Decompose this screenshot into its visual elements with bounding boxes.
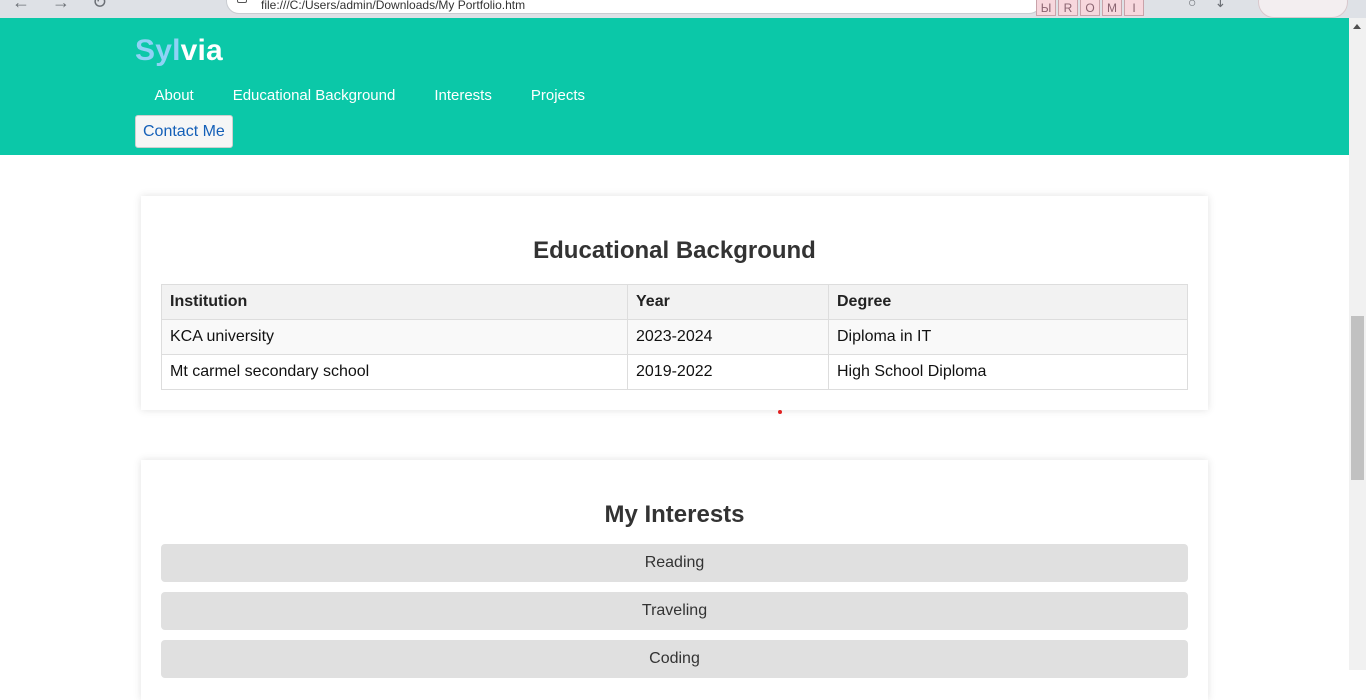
- year-cell: 2023-2024: [627, 319, 829, 355]
- nav-link-about[interactable]: About: [135, 87, 213, 104]
- scrollbar-thumb[interactable]: [1351, 316, 1364, 480]
- file-page-icon: [237, 0, 247, 3]
- logo-part-1: Syl: [135, 34, 181, 67]
- institution-cell: KCA university: [161, 319, 628, 355]
- extension-tiles: Ы R O M I: [1036, 0, 1144, 16]
- interest-item-traveling[interactable]: Traveling: [161, 592, 1188, 630]
- table-row: Mt carmel secondary school 2019-2022 Hig…: [161, 354, 1188, 390]
- cursor-dot: [778, 410, 782, 414]
- year-cell: 2019-2022: [627, 354, 829, 390]
- interest-list: Reading Traveling Coding: [161, 544, 1188, 688]
- column-header-year: Year: [627, 284, 829, 320]
- extension-tile[interactable]: R: [1058, 0, 1078, 16]
- site-header: Sylvia About Educational Background Inte…: [0, 18, 1349, 155]
- degree-cell: High School Diploma: [828, 354, 1188, 390]
- profile-circle-icon[interactable]: ○: [1188, 0, 1196, 11]
- table-row: KCA university 2023-2024 Diploma in IT: [161, 319, 1188, 355]
- extension-tile[interactable]: M: [1102, 0, 1122, 16]
- logo-part-2: via: [180, 34, 223, 67]
- nav-link-educational-background[interactable]: Educational Background: [213, 87, 415, 104]
- education-section: Educational Background Institution Year …: [141, 196, 1208, 410]
- browser-toolbar: ← → ↻ file:///C:/Users/admin/Downloads/M…: [0, 0, 1366, 18]
- nav-link-interests[interactable]: Interests: [415, 87, 512, 104]
- reload-icon[interactable]: ↻: [92, 0, 107, 13]
- profile-avatar[interactable]: [1258, 0, 1348, 18]
- institution-cell: Mt carmel secondary school: [161, 354, 628, 390]
- site-logo[interactable]: Sylvia: [135, 34, 223, 68]
- forward-icon[interactable]: →: [52, 0, 70, 13]
- education-title: Educational Background: [533, 237, 816, 264]
- main-nav: About Educational Background Interests P…: [135, 87, 605, 104]
- back-icon[interactable]: ←: [12, 0, 30, 13]
- address-bar[interactable]: file:///C:/Users/admin/Downloads/My Port…: [226, 0, 1042, 14]
- scroll-up-arrow-icon[interactable]: [1353, 24, 1361, 29]
- extension-tile[interactable]: I: [1124, 0, 1144, 16]
- address-url: file:///C:/Users/admin/Downloads/My Port…: [261, 0, 526, 12]
- extension-tile[interactable]: Ы: [1036, 0, 1056, 16]
- extension-tile[interactable]: O: [1080, 0, 1100, 16]
- column-header-institution: Institution: [161, 284, 628, 320]
- nav-link-projects[interactable]: Projects: [511, 87, 604, 104]
- vertical-scrollbar[interactable]: [1349, 18, 1366, 670]
- browser-right-icons: ○ ↧: [1188, 0, 1226, 11]
- download-icon[interactable]: ↧: [1214, 0, 1226, 11]
- contact-me-button[interactable]: Contact Me: [135, 115, 233, 148]
- table-header-row: Institution Year Degree: [161, 284, 1188, 320]
- column-header-degree: Degree: [828, 284, 1188, 320]
- interests-title: My Interests: [604, 501, 745, 528]
- browser-nav-buttons: ← → ↻: [12, 0, 107, 13]
- degree-cell: Diploma in IT: [828, 319, 1188, 355]
- interest-item-coding[interactable]: Coding: [161, 640, 1188, 678]
- interests-section: My Interests Reading Traveling Coding: [141, 460, 1208, 700]
- interest-item-reading[interactable]: Reading: [161, 544, 1188, 582]
- education-table: Institution Year Degree KCA university 2…: [161, 284, 1188, 390]
